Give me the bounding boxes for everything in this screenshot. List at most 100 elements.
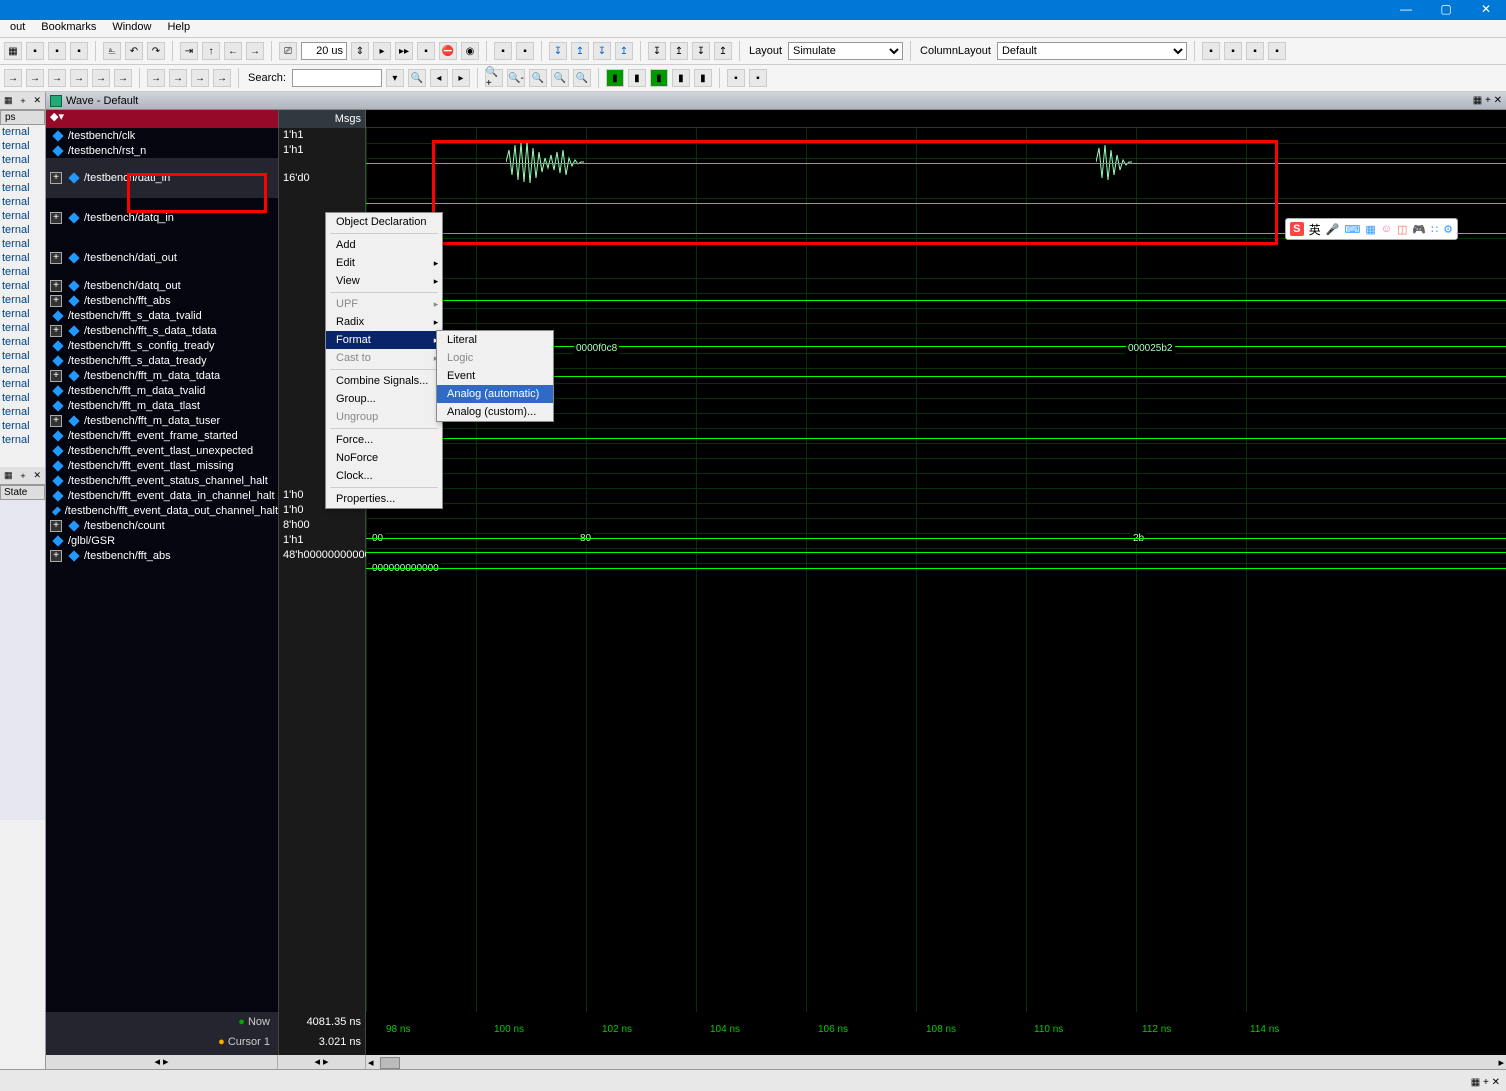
- menu-item[interactable]: Event: [437, 367, 553, 385]
- cursor-icon[interactable]: ▮: [650, 69, 668, 87]
- menu-item[interactable]: Add: [326, 236, 442, 254]
- tool-icon[interactable]: →: [48, 69, 66, 87]
- menu-item[interactable]: Combine Signals...: [326, 372, 442, 390]
- face-icon[interactable]: ☺: [1381, 223, 1392, 235]
- menu-item[interactable]: Properties...: [326, 490, 442, 508]
- signal-row[interactable]: +/testbench/fft_abs: [46, 293, 278, 308]
- expand-icon[interactable]: +: [50, 280, 62, 292]
- tool-icon[interactable]: ▦: [4, 42, 22, 60]
- signal-row[interactable]: /testbench/fft_s_data_tready: [46, 353, 278, 368]
- break-icon[interactable]: ◉: [461, 42, 479, 60]
- step-icon[interactable]: ↥: [571, 42, 589, 60]
- cube-icon[interactable]: ◫: [1397, 223, 1407, 236]
- menu-item[interactable]: Edit▸: [326, 254, 442, 272]
- left-pane-item[interactable]: ternal: [0, 377, 45, 391]
- search-input[interactable]: [292, 69, 382, 87]
- signal-row[interactable]: /testbench/fft_m_data_tlast: [46, 398, 278, 413]
- left-pane-item[interactable]: ternal: [0, 223, 45, 237]
- time-scale[interactable]: 98 ns100 ns102 ns104 ns106 ns108 ns110 n…: [366, 1012, 1506, 1055]
- zoom-step-icon[interactable]: ⇕: [351, 42, 369, 60]
- step-icon[interactable]: ↥: [615, 42, 633, 60]
- menu-item[interactable]: Analog (automatic): [437, 385, 553, 403]
- game-icon[interactable]: 🎮: [1412, 223, 1426, 236]
- signal-row[interactable]: /testbench/fft_s_config_tready: [46, 338, 278, 353]
- left-pane-item[interactable]: ternal: [0, 335, 45, 349]
- signal-row[interactable]: +/testbench/fft_abs: [46, 548, 278, 563]
- left-pane-item[interactable]: ternal: [0, 167, 45, 181]
- tool-icon[interactable]: →: [114, 69, 132, 87]
- tool-icon[interactable]: ⇥: [180, 42, 198, 60]
- tool-icon[interactable]: ▪: [26, 42, 44, 60]
- signal-row[interactable]: /testbench/rst_n: [46, 143, 278, 158]
- cursor-icon[interactable]: ▮: [694, 69, 712, 87]
- state-tab[interactable]: State: [0, 485, 45, 500]
- maximize-button[interactable]: ▢: [1426, 1, 1466, 19]
- close-button[interactable]: ✕: [1466, 1, 1506, 19]
- expand-icon[interactable]: +: [50, 212, 62, 224]
- context-menu[interactable]: Object DeclarationAddEdit▸View▸UPF▸Radix…: [325, 212, 443, 509]
- left-pane-tab[interactable]: ps: [0, 110, 45, 125]
- tool-icon[interactable]: ▪: [417, 42, 435, 60]
- right-icon[interactable]: →: [246, 42, 264, 60]
- tool-icon[interactable]: →: [4, 69, 22, 87]
- left-pane-item[interactable]: ternal: [0, 279, 45, 293]
- format-submenu[interactable]: LiteralLogicEventAnalog (automatic)Analo…: [436, 330, 554, 422]
- signal-row[interactable]: +/testbench/count: [46, 518, 278, 533]
- signal-row[interactable]: /testbench/fft_s_data_tvalid: [46, 308, 278, 323]
- left-pane-item[interactable]: ternal: [0, 391, 45, 405]
- tool-icon[interactable]: ▪: [1202, 42, 1220, 60]
- menu-item[interactable]: Analog (custom)...: [437, 403, 553, 421]
- menu-out[interactable]: out: [2, 20, 33, 37]
- step-icon[interactable]: ↥: [670, 42, 688, 60]
- menu-item[interactable]: Format▸: [326, 331, 442, 349]
- tool-icon[interactable]: ▪: [749, 69, 767, 87]
- tool-icon[interactable]: ▪: [1246, 42, 1264, 60]
- left-pane-item[interactable]: ternal: [0, 251, 45, 265]
- left-pane-item[interactable]: ternal: [0, 433, 45, 447]
- menu-item[interactable]: View▸: [326, 272, 442, 290]
- signal-row[interactable]: +/testbench/datq_in: [46, 198, 278, 238]
- gear-icon[interactable]: ⚙: [1443, 223, 1453, 236]
- grid-icon[interactable]: ▦: [1365, 223, 1375, 236]
- tool-icon[interactable]: →: [147, 69, 165, 87]
- tool-icon[interactable]: ▪: [727, 69, 745, 87]
- tool-icon[interactable]: →: [213, 69, 231, 87]
- signal-row[interactable]: /testbench/fft_event_data_in_channel_hal…: [46, 488, 278, 503]
- left-pane-item[interactable]: ternal: [0, 293, 45, 307]
- dots-icon[interactable]: ∷: [1431, 223, 1438, 236]
- wave-canvas[interactable]: 0000 000000 000000000000 0000f0c8 000025…: [366, 128, 1506, 1012]
- tool-icon[interactable]: →: [92, 69, 110, 87]
- cursor-icon[interactable]: ▮: [606, 69, 624, 87]
- left-pane-item[interactable]: ternal: [0, 125, 45, 139]
- keyboard-icon[interactable]: ⌨: [1344, 223, 1360, 236]
- mic-icon[interactable]: 🎤: [1326, 223, 1340, 236]
- step-icon[interactable]: ↧: [549, 42, 567, 60]
- zoom-fit-icon[interactable]: 🔍: [529, 69, 547, 87]
- zoom-out-icon[interactable]: 🔍-: [507, 69, 525, 87]
- search-next-icon[interactable]: ▸: [452, 69, 470, 87]
- expand-icon[interactable]: +: [50, 325, 62, 337]
- menu-item[interactable]: Literal: [437, 331, 553, 349]
- tool-icon[interactable]: ▪: [1268, 42, 1286, 60]
- signal-row[interactable]: +/testbench/dati_out: [46, 238, 278, 278]
- left-pane-item[interactable]: ternal: [0, 363, 45, 377]
- search-prev-icon[interactable]: ◂: [430, 69, 448, 87]
- ime-lang[interactable]: 英: [1309, 221, 1321, 238]
- column-layout-select[interactable]: Default: [997, 42, 1187, 60]
- tool-icon[interactable]: →: [169, 69, 187, 87]
- search-dropdown-icon[interactable]: ▾: [386, 69, 404, 87]
- redo-icon[interactable]: ↷: [147, 42, 165, 60]
- search-icon[interactable]: 🔍: [408, 69, 426, 87]
- left-pane-item[interactable]: ternal: [0, 321, 45, 335]
- menu-item[interactable]: Group...: [326, 390, 442, 408]
- tool-icon[interactable]: ▪: [494, 42, 512, 60]
- tool-icon[interactable]: →: [70, 69, 88, 87]
- signal-row[interactable]: /testbench/clk: [46, 128, 278, 143]
- step-icon[interactable]: ↥: [714, 42, 732, 60]
- left-pane-item[interactable]: ternal: [0, 195, 45, 209]
- expand-icon[interactable]: +: [50, 415, 62, 427]
- expand-icon[interactable]: +: [50, 295, 62, 307]
- expand-icon[interactable]: +: [50, 172, 62, 184]
- signal-row[interactable]: /testbench/fft_event_tlast_missing: [46, 458, 278, 473]
- left-pane-item[interactable]: ternal: [0, 405, 45, 419]
